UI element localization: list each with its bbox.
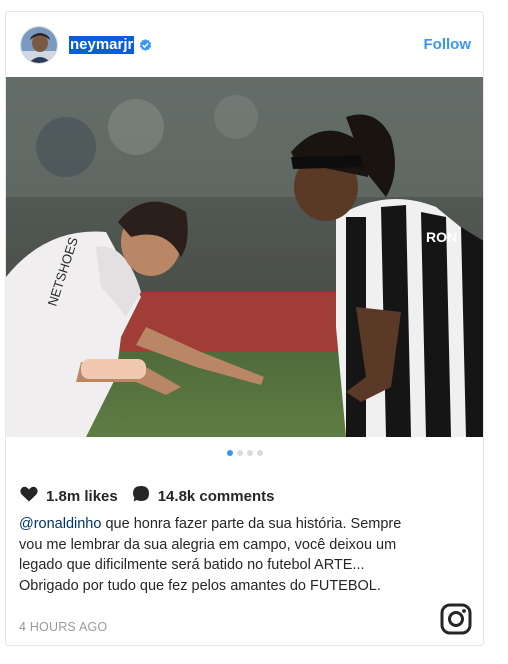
post-caption: @ronaldinho que honra fazer parte da sua… — [19, 514, 414, 596]
post-image[interactable]: NETSHOES RON — [6, 77, 483, 437]
carousel-dot[interactable] — [246, 450, 253, 456]
follow-button[interactable]: Follow — [424, 36, 472, 53]
carousel-dot[interactable] — [256, 450, 263, 456]
post-timestamp[interactable]: 4 HOURS AGO — [19, 620, 107, 634]
carousel-dot[interactable] — [226, 450, 233, 456]
svg-text:RON: RON — [426, 229, 457, 245]
username-link[interactable]: neymarjr — [69, 36, 135, 54]
heart-icon — [20, 486, 46, 506]
likes-stat[interactable]: 1.8m likes — [20, 486, 118, 506]
comment-bubble-icon — [132, 485, 158, 507]
post-stats: 1.8m likes 14.8k comments — [20, 486, 274, 506]
comments-stat[interactable]: 14.8k comments — [132, 485, 275, 507]
post-card: neymarjr Follow NETSHOES RON 1.8m likes … — [5, 11, 484, 646]
post-header: neymarjr Follow — [6, 12, 483, 77]
verified-badge-icon — [139, 38, 152, 52]
comments-count: 14.8k comments — [157, 487, 275, 505]
instagram-logo-icon[interactable] — [440, 603, 472, 635]
carousel-indicator — [6, 450, 483, 456]
caption-mention-link[interactable]: @ronaldinho — [19, 516, 101, 532]
carousel-dot[interactable] — [236, 450, 243, 456]
username-group: neymarjr — [69, 36, 152, 54]
avatar[interactable] — [20, 26, 58, 64]
likes-count: 1.8m likes — [46, 487, 118, 505]
